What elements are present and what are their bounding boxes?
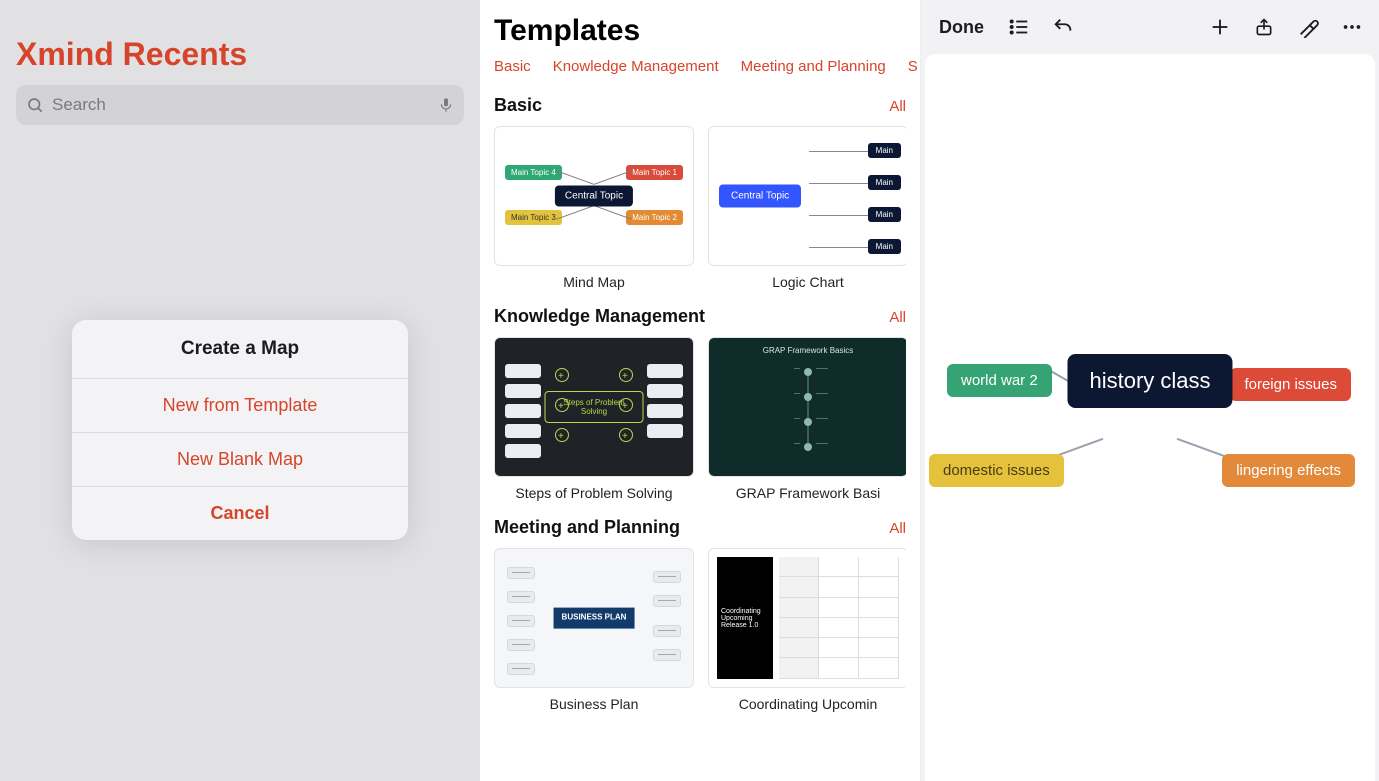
thumb-central-topic: Central Topic [555,186,633,207]
template-label: Business Plan [550,696,639,712]
section-knowledge-title: Knowledge Management [494,306,705,327]
mic-icon[interactable] [438,95,454,115]
section-basic-all-link[interactable]: All [889,98,906,115]
tab-truncated[interactable]: S [908,58,918,75]
thumb-node: Main [868,143,901,158]
more-icon[interactable] [1337,12,1367,42]
section-meeting-title: Meeting and Planning [494,517,680,538]
thumb-node: Main [868,239,901,254]
search-field[interactable] [16,85,464,125]
template-label: GRAP Framework Basi [736,485,880,501]
thumb-node: Main Topic 3 [505,210,562,225]
template-label: Coordinating Upcomin [739,696,878,712]
templates-pane: Templates Basic Knowledge Management Mee… [480,0,921,781]
template-thumb-logic-chart: Central Topic Main Main Main Main [708,126,906,266]
template-card-logic-chart[interactable]: Central Topic Main Main Main Main Logic … [708,126,906,290]
section-meeting-all-link[interactable]: All [889,520,906,537]
template-card-coordinating-release[interactable]: Coordinating Upcoming Release 1.0 Coordi… [708,548,906,712]
thumb-node: Main [868,207,901,222]
editor-pane: Done world war 2 domestic issues foreign… [921,0,1379,781]
thumb-central-topic: Central Topic [719,185,801,208]
thumb-side: Coordinating Upcoming Release 1.0 [717,557,773,679]
thumb-node: Main Topic 1 [626,165,683,180]
search-input[interactable] [52,95,430,115]
template-card-mind-map[interactable]: Main Topic 4 Main Topic 3 Main Topic 1 M… [494,126,694,290]
section-knowledge-all-link[interactable]: All [889,309,906,326]
editor-toolbar: Done [921,0,1379,54]
new-blank-map-button[interactable]: New Blank Map [72,432,408,486]
thumb-center: Steps of Problem Solving [545,391,644,423]
outline-icon[interactable] [1004,12,1034,42]
template-label: Logic Chart [772,274,844,290]
template-card-grap-framework[interactable]: GRAP Framework Basics ——— ——— ——— ——— GR… [708,337,906,501]
section-knowledge: Knowledge Management All Steps of Proble… [480,296,920,507]
template-label: Mind Map [563,274,624,290]
map-root-node[interactable]: history class [1067,354,1232,408]
share-icon[interactable] [1249,12,1279,42]
tab-knowledge-management[interactable]: Knowledge Management [553,58,719,75]
section-meeting: Meeting and Planning All ————————— —————… [480,507,920,718]
undo-icon[interactable] [1048,12,1078,42]
tab-meeting-and-planning[interactable]: Meeting and Planning [741,58,886,75]
template-thumb: Coordinating Upcoming Release 1.0 [708,548,906,688]
thumb-title: GRAP Framework Basics [709,346,906,355]
create-map-action-sheet: Create a Map New from Template New Blank… [72,320,408,540]
thumb-center: BUSINESS PLAN [554,608,635,629]
map-node-domestic-issues[interactable]: domestic issues [929,454,1064,487]
template-card-steps-problem-solving[interactable]: Steps of Problem Solving Steps of Proble… [494,337,694,501]
thumb-node: Main Topic 2 [626,210,683,225]
templates-title: Templates [480,14,920,58]
done-button[interactable]: Done [933,13,990,42]
action-sheet-title: Create a Map [72,320,408,378]
template-thumb: GRAP Framework Basics ——— ——— ——— ——— [708,337,906,477]
add-icon[interactable] [1205,12,1235,42]
recents-pane: Xmind Recents Create a Map New from Temp… [0,0,480,781]
template-thumb: Steps of Problem Solving [494,337,694,477]
thumb-node: Main Topic 4 [505,165,562,180]
thumb-node: Main [868,175,901,190]
search-icon [26,96,44,114]
section-basic-title: Basic [494,95,542,116]
style-icon[interactable] [1293,12,1323,42]
mindmap-canvas[interactable]: world war 2 domestic issues foreign issu… [925,54,1375,781]
map-node-foreign-issues[interactable]: foreign issues [1230,368,1351,401]
section-basic: Basic All Main Topic 4 Main Topic 3 Main… [480,85,920,296]
new-from-template-button[interactable]: New from Template [72,378,408,432]
cancel-button[interactable]: Cancel [72,486,408,540]
map-node-world-war-2[interactable]: world war 2 [947,364,1052,397]
template-thumb-mind-map: Main Topic 4 Main Topic 3 Main Topic 1 M… [494,126,694,266]
recents-title: Xmind Recents [16,36,464,73]
tab-basic[interactable]: Basic [494,58,531,75]
template-thumb: ————————— —————— ———————————— BUSINESS P… [494,548,694,688]
template-card-business-plan[interactable]: ————————— —————— ———————————— BUSINESS P… [494,548,694,712]
map-node-lingering-effects[interactable]: lingering effects [1222,454,1355,487]
template-category-tabs: Basic Knowledge Management Meeting and P… [480,58,920,85]
template-label: Steps of Problem Solving [515,485,672,501]
